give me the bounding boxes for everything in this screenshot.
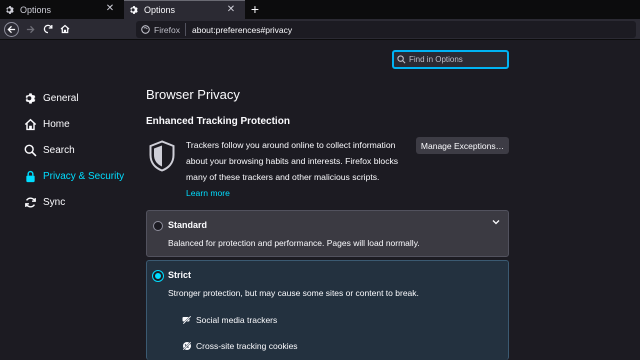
- sidebar-item-label: Sync: [43, 196, 66, 208]
- tab-label: Options: [144, 5, 176, 15]
- strict-description: Stronger protection, but may cause some …: [168, 288, 419, 298]
- standard-description: Balanced for protection and performance.…: [168, 238, 420, 248]
- search-icon: [24, 144, 37, 157]
- sidebar-item-search[interactable]: Search: [24, 137, 134, 163]
- manage-exceptions-button[interactable]: Manage Exceptions…: [416, 137, 509, 154]
- close-tab-icon[interactable]: ✕: [225, 4, 237, 16]
- etp-description: Trackers follow you around online to col…: [186, 140, 399, 182]
- cookie-icon: [182, 341, 192, 351]
- lock-icon: [24, 170, 37, 183]
- back-arrow-icon[interactable]: [4, 22, 19, 37]
- category-sidebar: General Home Search Privacy & Security S…: [24, 85, 134, 215]
- chevron-down-icon[interactable]: [492, 218, 500, 227]
- strict-radio[interactable]: [153, 271, 163, 281]
- standard-radio[interactable]: [153, 221, 163, 231]
- sync-icon: [24, 196, 37, 209]
- feature-label: Social media trackers: [196, 315, 278, 325]
- identity-label: Firefox: [154, 24, 180, 35]
- sidebar-item-home[interactable]: Home: [24, 111, 134, 137]
- gear-icon: [24, 92, 37, 105]
- home-icon[interactable]: [58, 22, 72, 36]
- search-icon: [397, 55, 406, 64]
- tab-options-inactive[interactable]: Options ✕: [0, 0, 122, 19]
- feature-social-media-trackers: Social media trackers: [182, 315, 277, 325]
- tab-options-active[interactable]: Options ✕: [124, 0, 245, 19]
- standard-option[interactable]: Standard Balanced for protection and per…: [146, 210, 509, 257]
- search-placeholder: Find in Options: [409, 55, 463, 64]
- standard-title: Standard: [168, 220, 208, 230]
- close-tab-icon[interactable]: ✕: [104, 3, 116, 15]
- etp-heading: Enhanced Tracking Protection: [146, 116, 290, 127]
- sidebar-item-privacy-security[interactable]: Privacy & Security: [24, 163, 134, 189]
- find-in-options-input[interactable]: Find in Options: [392, 50, 509, 69]
- learn-more-link[interactable]: Learn more: [186, 188, 230, 198]
- preferences-page: Find in Options General Home Search Priv…: [0, 41, 640, 360]
- home-icon: [24, 118, 37, 131]
- forward-arrow-icon[interactable]: [23, 22, 37, 36]
- shield-icon: [148, 140, 176, 172]
- url-text[interactable]: about:preferences#privacy: [186, 25, 292, 35]
- sidebar-item-sync[interactable]: Sync: [24, 189, 134, 215]
- sidebar-item-label: General: [43, 92, 79, 104]
- feature-cross-site-cookies: Cross-site tracking cookies: [182, 341, 298, 351]
- sidebar-item-label: Home: [43, 118, 70, 130]
- etp-description-block: Trackers follow you around online to col…: [146, 137, 510, 203]
- etp-text: Trackers follow you around online to col…: [186, 137, 414, 201]
- feature-label: Cross-site tracking cookies: [196, 341, 298, 351]
- identity-box[interactable]: Firefox: [136, 23, 186, 36]
- url-bar[interactable]: Firefox about:preferences#privacy: [136, 21, 636, 38]
- gear-icon: [5, 5, 15, 15]
- tab-strip: Options ✕ Options ✕ +: [0, 0, 640, 19]
- sidebar-item-label: Privacy & Security: [43, 170, 125, 182]
- strict-option[interactable]: Strict Stronger protection, but may caus…: [146, 260, 509, 360]
- privacy-section: Browser Privacy Enhanced Tracking Protec…: [146, 87, 510, 203]
- reload-icon[interactable]: [41, 22, 55, 36]
- sidebar-item-general[interactable]: General: [24, 85, 134, 111]
- tab-label: Options: [20, 4, 52, 15]
- sidebar-item-label: Search: [43, 144, 75, 156]
- plus-icon[interactable]: +: [248, 0, 262, 19]
- page-title: Browser Privacy: [146, 87, 240, 102]
- strict-title: Strict: [168, 270, 192, 280]
- social-tracker-icon: [182, 315, 192, 325]
- navigation-toolbar: Firefox about:preferences#privacy: [0, 19, 640, 40]
- firefox-logo-icon: [141, 25, 150, 34]
- gear-icon: [129, 5, 139, 15]
